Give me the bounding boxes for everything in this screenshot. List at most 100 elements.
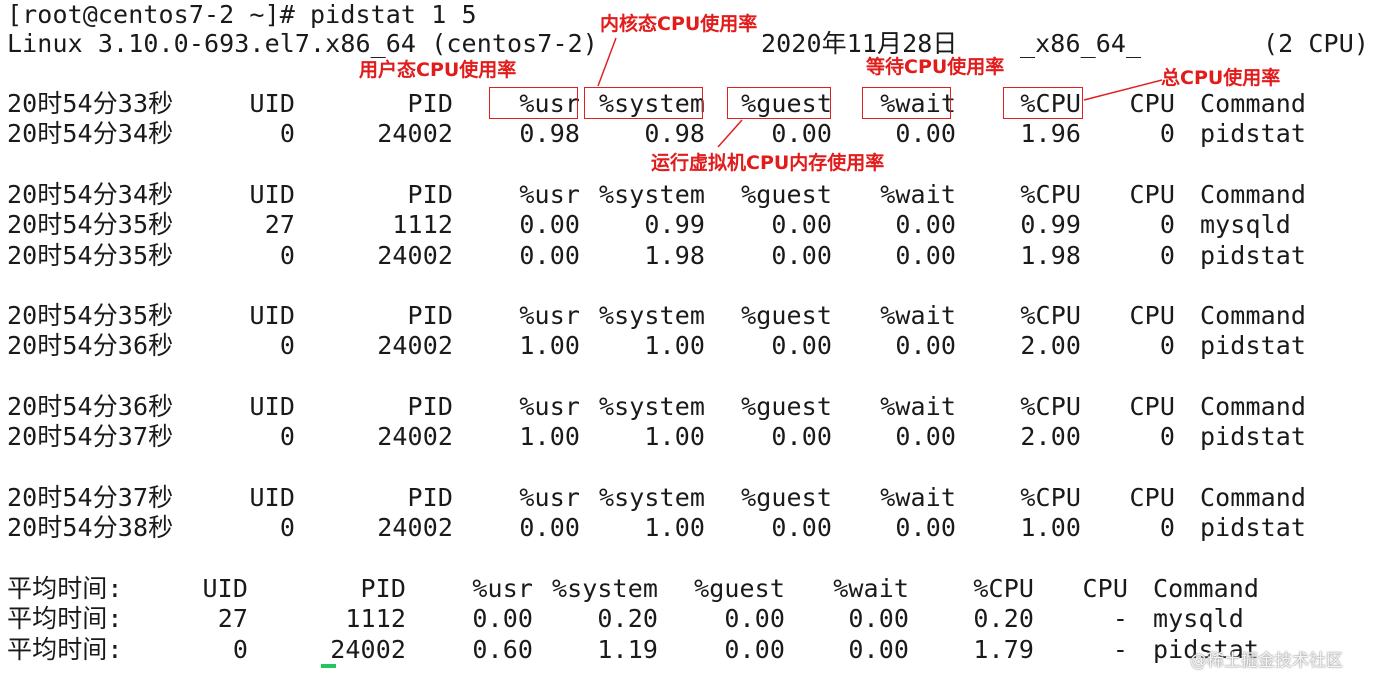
header-guest: %guest xyxy=(741,301,832,330)
cell-system: 1.19 xyxy=(597,634,658,664)
header-cpu-pct: %CPU xyxy=(1020,301,1081,330)
header-usr: %usr xyxy=(519,392,580,421)
header-time: 平均时间: xyxy=(7,574,123,603)
header-wait: %wait xyxy=(833,574,909,603)
cell-wait: 0.00 xyxy=(895,240,956,270)
cell-uid: 0 xyxy=(279,331,295,361)
cell-wait: 0.00 xyxy=(895,422,956,452)
cell-usr: 0.00 xyxy=(472,604,533,634)
highlight-cpu-box xyxy=(1003,87,1083,119)
header-system: %system xyxy=(598,301,705,330)
cell-time: 20时54分34秒 xyxy=(7,119,174,149)
cell-cpu: - xyxy=(1112,604,1128,634)
header-uid: UID xyxy=(249,301,295,330)
header-uid: UID xyxy=(249,89,295,118)
cell-guest: 0.00 xyxy=(771,513,832,543)
header-usr: %usr xyxy=(519,180,580,209)
kernel-info: Linux 3.10.0-693.el7.x86_64 (centos7-2) xyxy=(7,29,598,58)
cell-pid: 1112 xyxy=(392,210,453,240)
prompt-command: [root@centos7-2 ~]# pidstat 1 5 xyxy=(7,0,477,29)
header-usr: %usr xyxy=(519,301,580,330)
terminal-cursor xyxy=(321,664,336,668)
highlight-system-box xyxy=(584,87,703,119)
cell-guest: 0.00 xyxy=(771,422,832,452)
header-command: Command xyxy=(1153,574,1260,603)
header-cpu-pct: %CPU xyxy=(1020,392,1081,421)
cell-pid: 24002 xyxy=(377,331,453,361)
cell-time: 20时54分35秒 xyxy=(7,210,174,240)
header-wait: %wait xyxy=(880,483,956,512)
header-system: %system xyxy=(598,392,705,421)
cell-guest: 0.00 xyxy=(771,331,832,361)
header-pid: PID xyxy=(360,574,406,603)
cell-cpu: 0 xyxy=(1159,210,1175,240)
header-command: Command xyxy=(1200,392,1307,421)
cell-cpu-pct: 1.98 xyxy=(1020,240,1081,270)
cell-system: 1.00 xyxy=(644,422,705,452)
annotation-guest-label: 运行虚拟机CPU内存使用率 xyxy=(651,152,885,174)
header-uid: UID xyxy=(202,574,248,603)
header-wait: %wait xyxy=(880,301,956,330)
date-info: 2020年11月28日 xyxy=(761,29,958,58)
cell-system: 1.00 xyxy=(644,331,705,361)
cell-cpu-pct: 1.96 xyxy=(1020,119,1081,149)
header-system: %system xyxy=(551,574,658,603)
header-command: Command xyxy=(1200,89,1307,118)
header-guest: %guest xyxy=(694,574,785,603)
cell-cpu-pct: 2.00 xyxy=(1020,331,1081,361)
header-command: Command xyxy=(1200,483,1307,512)
header-cpu: CPU xyxy=(1129,483,1175,512)
annotation-cpu-label: 总CPU使用率 xyxy=(1161,67,1281,89)
header-wait: %wait xyxy=(880,180,956,209)
header-cpu: CPU xyxy=(1129,392,1175,421)
cell-system: 1.00 xyxy=(644,513,705,543)
cell-pid: 1112 xyxy=(345,604,406,634)
cell-command: mysqld xyxy=(1153,604,1244,634)
header-pid: PID xyxy=(407,301,453,330)
cell-system: 0.20 xyxy=(597,604,658,634)
cell-pid: 24002 xyxy=(377,422,453,452)
cpu-count-info: (2 CPU) xyxy=(1262,29,1369,58)
header-command: Command xyxy=(1200,180,1307,209)
header-command: Command xyxy=(1200,301,1307,330)
header-cpu-pct: %CPU xyxy=(973,574,1034,603)
header-cpu: CPU xyxy=(1129,89,1175,118)
cell-pid: 24002 xyxy=(377,240,453,270)
cell-cpu: 0 xyxy=(1159,513,1175,543)
cell-uid: 27 xyxy=(264,210,295,240)
annotation-system-label: 内核态CPU使用率 xyxy=(600,13,758,35)
header-system: %system xyxy=(598,483,705,512)
cell-uid: 0 xyxy=(232,634,248,664)
cell-uid: 0 xyxy=(279,119,295,149)
header-time: 20时54分37秒 xyxy=(7,483,174,512)
header-guest: %guest xyxy=(741,483,832,512)
cell-time: 平均时间: xyxy=(7,604,123,634)
cell-uid: 27 xyxy=(217,604,248,634)
cell-time: 20时54分36秒 xyxy=(7,331,174,361)
cell-uid: 0 xyxy=(279,422,295,452)
header-cpu: CPU xyxy=(1129,180,1175,209)
header-time: 20时54分34秒 xyxy=(7,180,174,209)
highlight-wait-box xyxy=(862,87,951,119)
cell-time: 平均时间: xyxy=(7,634,123,664)
cell-usr: 0.00 xyxy=(519,240,580,270)
header-time: 20时54分33秒 xyxy=(7,89,174,118)
header-uid: UID xyxy=(249,483,295,512)
header-pid: PID xyxy=(407,483,453,512)
cell-pid: 24002 xyxy=(377,513,453,543)
cell-wait: 0.00 xyxy=(895,210,956,240)
header-system: %system xyxy=(598,180,705,209)
cell-guest: 0.00 xyxy=(771,210,832,240)
cell-usr: 1.00 xyxy=(519,422,580,452)
cell-wait: 0.00 xyxy=(848,634,909,664)
cell-cpu: 0 xyxy=(1159,119,1175,149)
cell-wait: 0.00 xyxy=(895,119,956,149)
cell-time: 20时54分38秒 xyxy=(7,513,174,543)
header-pid: PID xyxy=(407,89,453,118)
header-cpu: CPU xyxy=(1082,574,1128,603)
cell-command: pidstat xyxy=(1200,331,1307,361)
cell-usr: 1.00 xyxy=(519,331,580,361)
cell-uid: 0 xyxy=(279,240,295,270)
cell-guest: 0.00 xyxy=(771,119,832,149)
cell-guest: 0.00 xyxy=(724,604,785,634)
